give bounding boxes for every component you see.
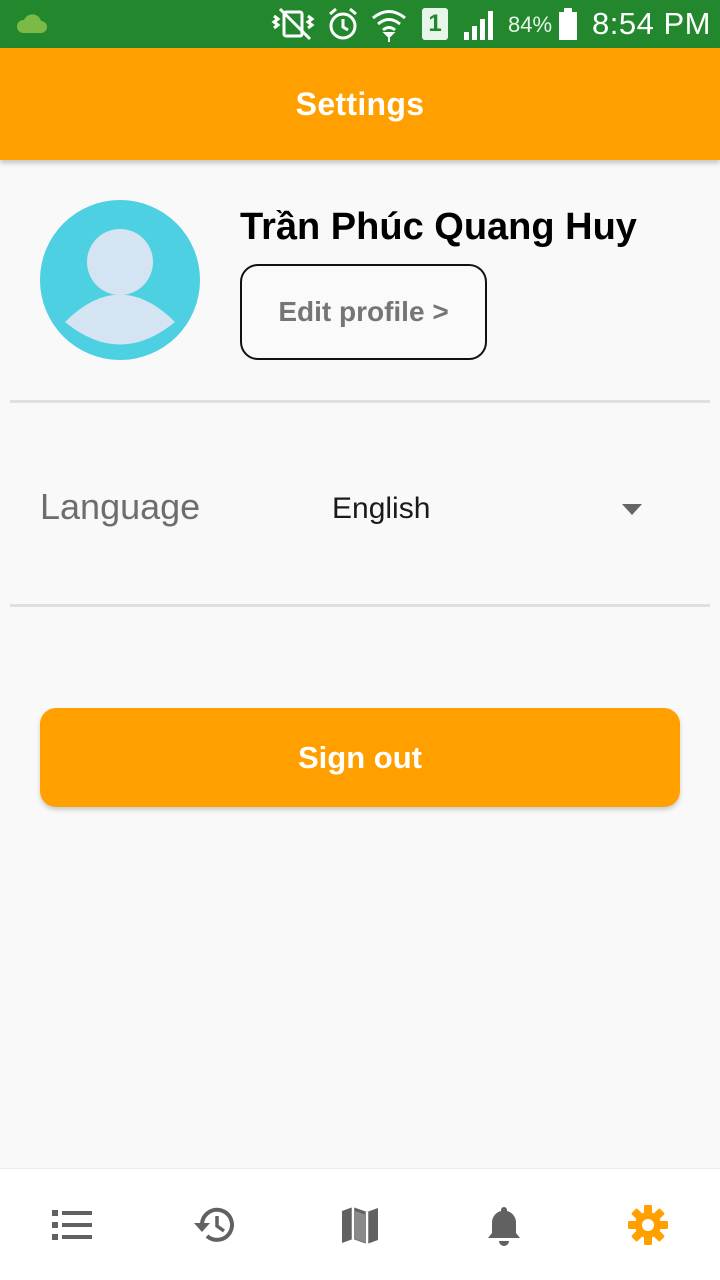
sign-out-button[interactable]: Sign out	[40, 708, 680, 807]
clock: 8:54 PM	[592, 6, 711, 41]
divider	[10, 400, 710, 403]
nav-item-settings[interactable]	[576, 1169, 720, 1280]
bottom-nav	[0, 1168, 720, 1280]
app-bar: Settings	[0, 48, 720, 160]
list-icon	[52, 1210, 92, 1240]
nav-item-list[interactable]	[0, 1169, 144, 1280]
signal-icon	[464, 11, 493, 40]
nav-item-map[interactable]	[288, 1169, 432, 1280]
caret-down-icon	[622, 504, 642, 515]
nav-item-notifications[interactable]	[432, 1169, 576, 1280]
person-icon	[65, 229, 175, 345]
alarm-icon	[329, 7, 357, 40]
divider	[10, 604, 710, 607]
profile-name: Trần Phúc Quang Huy	[240, 206, 637, 248]
nav-item-history[interactable]	[144, 1169, 288, 1280]
cloud-icon	[16, 14, 47, 33]
language-selected-value: English	[332, 492, 431, 525]
language-label: Language	[40, 486, 201, 527]
map-icon	[342, 1207, 378, 1244]
history-icon	[194, 1207, 234, 1242]
page-title: Settings	[295, 85, 425, 122]
language-dropdown[interactable]: English	[316, 476, 666, 542]
gear-icon	[628, 1205, 668, 1245]
wifi-icon	[372, 10, 406, 42]
bell-icon	[488, 1207, 520, 1246]
sim-icon: 1	[422, 8, 448, 40]
battery-percent: 84%	[508, 12, 553, 37]
status-bar: 1 84% 8:54 PM	[0, 0, 720, 48]
edit-profile-button[interactable]: Edit profile >	[240, 264, 487, 360]
avatar[interactable]	[40, 200, 200, 360]
vibrate-icon	[271, 7, 315, 41]
battery-icon	[559, 8, 577, 40]
